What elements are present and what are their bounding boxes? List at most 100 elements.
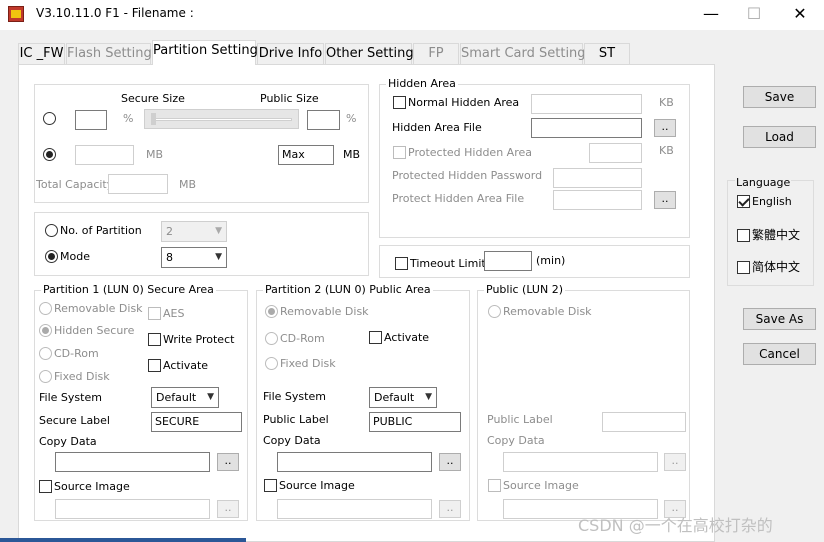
p2-copy-data-input[interactable] [277, 452, 432, 472]
public-mb-unit: MB [343, 148, 361, 161]
save-button[interactable]: Save [743, 86, 816, 108]
p2-fixed-disk-label: Fixed Disk [280, 357, 336, 370]
no-of-partition-radio[interactable] [45, 224, 58, 237]
chevron-down-icon: ▼ [425, 392, 432, 402]
normal-hidden-area-checkbox[interactable] [393, 96, 406, 109]
p1-hidden-secure-radio[interactable] [39, 324, 52, 337]
total-capacity-input[interactable] [108, 174, 168, 194]
secure-size-label: Secure Size [121, 92, 185, 105]
no-of-partition-select[interactable]: 2 ▼ [161, 221, 227, 242]
p1-write-protect-label: Write Protect [163, 333, 235, 346]
protected-hidden-area-checkbox[interactable] [393, 146, 406, 159]
p1-activate-checkbox[interactable] [148, 359, 161, 372]
tab-other-setting[interactable]: Other Setting [325, 43, 414, 64]
p3-source-image-checkbox[interactable] [488, 479, 501, 492]
cancel-button[interactable]: Cancel [743, 343, 816, 365]
timeout-limit-input[interactable] [484, 251, 532, 271]
p1-file-system-select[interactable]: Default ▼ [151, 387, 219, 408]
p3-copy-data-browse-button[interactable]: .. [664, 453, 686, 471]
p1-removable-disk-radio[interactable] [39, 302, 52, 315]
public-percent-unit: % [346, 112, 357, 125]
tab-ic-fw[interactable]: IC _FW [18, 43, 65, 64]
p1-cd-rom-radio[interactable] [39, 347, 52, 360]
mb-mode-radio[interactable] [43, 148, 56, 161]
simplified-chinese-checkbox[interactable] [737, 261, 750, 274]
partition-2-group: Partition 2 (LUN 0) Public Area Removabl… [256, 283, 470, 521]
p2-source-image-browse-button[interactable]: .. [439, 500, 461, 518]
p1-source-image-label: Source Image [54, 480, 130, 493]
size-group: Secure Size Public Size % % MB Max MB To… [34, 84, 369, 203]
p1-secure-label-input[interactable]: SECURE [151, 412, 242, 432]
protected-hidden-area-size-input[interactable] [589, 143, 642, 163]
public-percent-input[interactable] [307, 110, 340, 130]
p3-public-label-input[interactable] [602, 412, 686, 432]
p1-secure-label-label: Secure Label [39, 414, 110, 427]
p2-cd-rom-radio[interactable] [265, 332, 278, 345]
normal-hidden-area-size-input[interactable] [531, 94, 642, 114]
total-capacity-label: Total Capacity [36, 178, 114, 191]
p2-fixed-disk-radio[interactable] [265, 357, 278, 370]
p3-removable-disk-radio[interactable] [488, 305, 501, 318]
partition-1-group: Partition 1 (LUN 0) Secure Area Removabl… [34, 283, 248, 521]
p2-copy-data-label: Copy Data [263, 434, 321, 447]
hidden-area-group: Hidden Area Normal Hidden Area KB Hidden… [379, 77, 690, 238]
p2-public-label-input[interactable]: PUBLIC [369, 412, 461, 432]
p1-copy-data-input[interactable] [55, 452, 210, 472]
mode-select[interactable]: 8 ▼ [161, 247, 227, 268]
p1-fixed-disk-radio[interactable] [39, 370, 52, 383]
no-of-partition-value: 2 [166, 225, 173, 238]
english-checkbox[interactable] [737, 195, 750, 208]
normal-hidden-area-label: Normal Hidden Area [408, 96, 520, 109]
p1-source-image-browse-button[interactable]: .. [217, 500, 239, 518]
taskbar-edge [0, 538, 246, 542]
tab-smart-card-setting[interactable]: Smart Card Setting [460, 43, 586, 64]
protected-hidden-password-input[interactable] [553, 168, 642, 188]
protect-hidden-area-file-browse-button[interactable]: .. [654, 191, 676, 209]
hidden-area-title: Hidden Area [386, 77, 458, 91]
p1-write-protect-checkbox[interactable] [148, 333, 161, 346]
p2-activate-checkbox[interactable] [369, 331, 382, 344]
p1-source-image-input[interactable] [55, 499, 210, 519]
traditional-chinese-checkbox[interactable] [737, 229, 750, 242]
hidden-area-file-input[interactable] [531, 118, 642, 138]
maximize-button[interactable]: ☐ [731, 0, 777, 30]
hidden-area-file-label: Hidden Area File [392, 121, 482, 134]
p2-file-system-select[interactable]: Default ▼ [369, 387, 437, 408]
protected-hidden-area-kb-unit: KB [659, 144, 674, 157]
secure-mb-input[interactable] [75, 145, 134, 165]
p3-removable-disk-label: Removable Disk [503, 305, 592, 318]
percent-mode-radio[interactable] [43, 112, 56, 125]
p2-public-label-label: Public Label [263, 413, 329, 426]
secure-percent-input[interactable] [75, 110, 107, 130]
minimize-button[interactable]: — [688, 0, 734, 30]
p3-copy-data-input[interactable] [503, 452, 658, 472]
protect-hidden-area-file-input[interactable] [553, 190, 642, 210]
size-slider[interactable] [144, 109, 299, 129]
hidden-area-file-browse-button[interactable]: .. [654, 119, 676, 137]
p1-copy-data-browse-button[interactable]: .. [217, 453, 239, 471]
language-title: Language [735, 176, 792, 190]
p1-source-image-checkbox[interactable] [39, 480, 52, 493]
p2-removable-disk-radio[interactable] [265, 305, 278, 318]
tab-partition-setting[interactable]: Partition Setting [152, 40, 258, 65]
load-button[interactable]: Load [743, 126, 816, 148]
p2-source-image-checkbox[interactable] [264, 479, 277, 492]
mode-radio[interactable] [45, 250, 58, 263]
tab-flash-setting[interactable]: Flash Setting [66, 43, 152, 64]
timeout-limit-unit: (min) [536, 254, 566, 267]
p1-fixed-disk-label: Fixed Disk [54, 370, 110, 383]
tab-drive-info[interactable]: Drive Info [257, 43, 324, 64]
p2-cd-rom-label: CD-Rom [280, 332, 325, 345]
partition-setting-page: Secure Size Public Size % % MB Max MB To… [18, 64, 715, 542]
p1-aes-checkbox[interactable] [148, 307, 161, 320]
close-button[interactable]: ✕ [777, 0, 823, 30]
p2-copy-data-browse-button[interactable]: .. [439, 453, 461, 471]
tab-st[interactable]: ST [584, 43, 630, 64]
save-as-button[interactable]: Save As [743, 308, 816, 330]
p2-source-image-label: Source Image [279, 479, 355, 492]
tab-fp[interactable]: FP [413, 43, 459, 64]
total-capacity-unit: MB [179, 178, 197, 191]
timeout-limit-checkbox[interactable] [395, 257, 408, 270]
public-mb-input[interactable]: Max [278, 145, 334, 165]
p2-source-image-input[interactable] [277, 499, 432, 519]
